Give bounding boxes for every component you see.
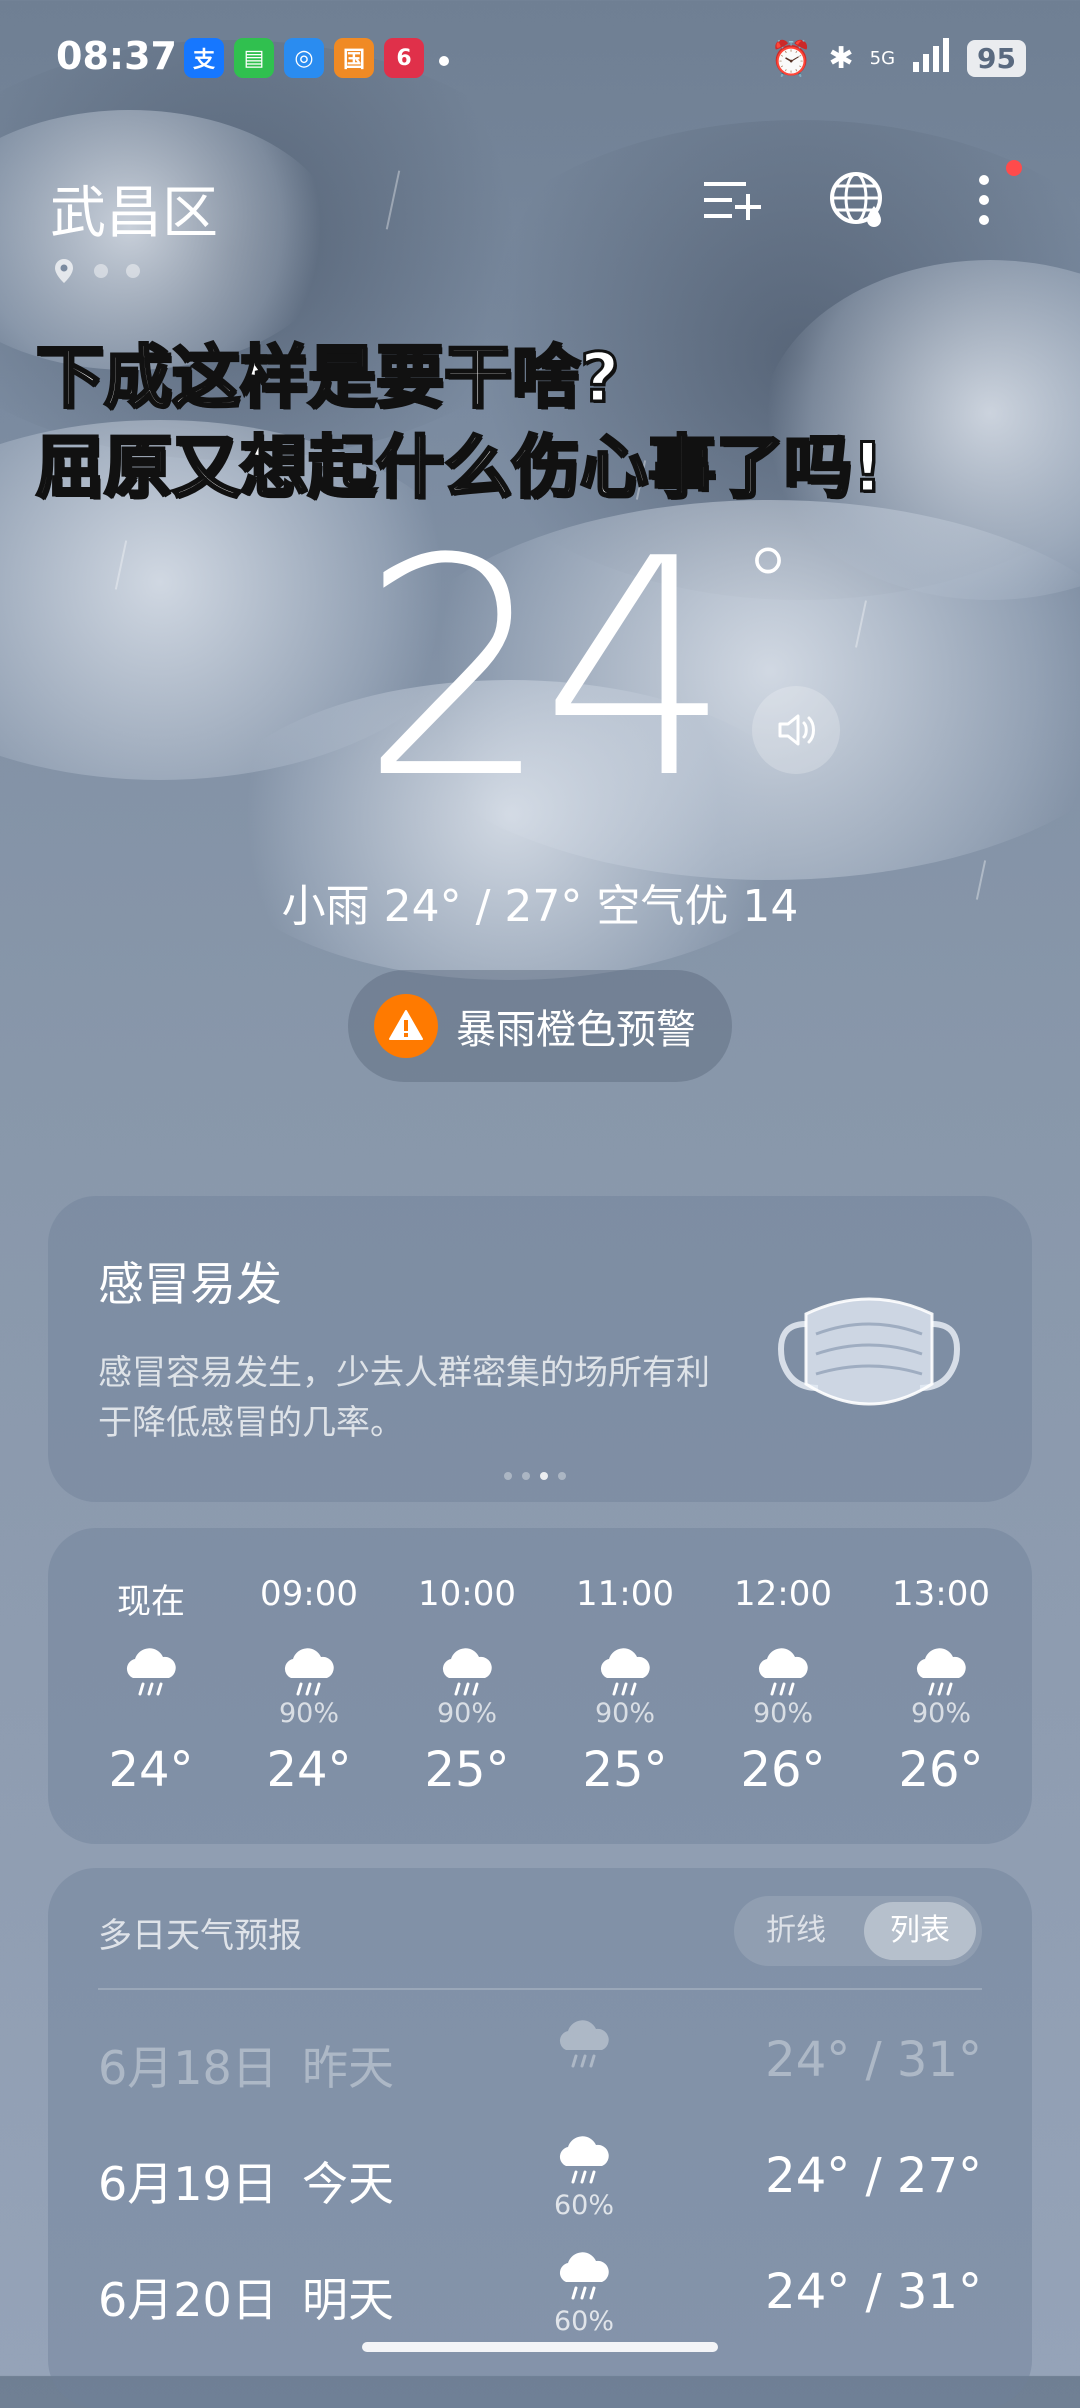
alarm-icon: ⏰: [770, 38, 813, 79]
alert-label: 暴雨橙色预警: [456, 1007, 696, 1053]
precip-chance: 90%: [752, 1698, 813, 1729]
more-notifications-dot: [439, 56, 449, 66]
shopping-app-icon: 6: [384, 38, 424, 78]
alipay-icon: 支: [184, 38, 224, 78]
hour-temperature: 26°: [898, 1742, 984, 1798]
pager-dot: [504, 1472, 512, 1480]
hour-temperature: 25°: [424, 1742, 510, 1798]
current-temperature: 24: [360, 495, 732, 844]
hourly-item: 12:00 90% 26°: [708, 1574, 858, 1798]
home-indicator[interactable]: [362, 2342, 718, 2352]
day-precip: 60%: [553, 2306, 614, 2337]
tip-text: 感冒容易发生，少去人群密集的场所有利于降低感冒的几率。: [98, 1353, 710, 1443]
location-page-indicator: [52, 258, 140, 284]
meme-caption: 下成这样是要干啥? 屈原又想起什么伤心事了吗!: [34, 334, 884, 514]
status-bar: 08:37 支 ▤ ◎ 国 6 ⏰ ✱ 5G 95: [0, 0, 1080, 120]
pager-dot: [558, 1472, 566, 1480]
face-mask-icon: [778, 1297, 960, 1406]
day-date: 6月20日: [98, 2273, 278, 2327]
network-label: 5G: [869, 48, 896, 69]
rain-icon: [559, 2252, 609, 2300]
app-icon: ◎: [284, 38, 324, 78]
daily-forecast-card[interactable]: 多日天气预报 折线 列表 6月18日 昨天 24° / 31° 6月19日 今天 60% 2…: [48, 1868, 1032, 2408]
weather-alert-button[interactable]: 暴雨橙色预警: [348, 970, 732, 1082]
health-tip-card[interactable]: 感冒易发 感冒容易发生，少去人群密集的场所有利于降低感冒的几率。: [48, 1196, 1032, 1502]
hour-time: 10:00: [418, 1574, 516, 1614]
view-toggle: 折线 列表: [734, 1896, 982, 1966]
daily-row[interactable]: 6月20日 明天 60% 24° / 31°: [98, 2250, 982, 2350]
tip-pager: [504, 1472, 566, 1480]
hour-time: 12:00: [734, 1574, 832, 1614]
light-rain-icon: [758, 1648, 808, 1696]
day-precip: 60%: [553, 2190, 614, 2221]
day-label: 今天: [302, 2157, 394, 2211]
hour-temperature: 25°: [582, 1742, 668, 1798]
location-pin-icon: [55, 259, 73, 283]
hourly-item: 现在 24°: [76, 1574, 226, 1798]
divider: [98, 1988, 982, 1990]
voice-broadcast-button[interactable]: [752, 686, 840, 774]
precip-chance: [76, 1698, 226, 1738]
day-temp-range: 24° / 31°: [765, 2032, 982, 2088]
day-label: 昨天: [302, 2041, 394, 2095]
day-temp-range: 24° / 31°: [765, 2264, 982, 2320]
hour-time: 现在: [117, 1582, 185, 1622]
signal-icon: [911, 36, 951, 81]
light-rain-icon: [916, 1648, 966, 1696]
day-date: 6月19日: [98, 2157, 278, 2211]
battery-level: 95: [967, 40, 1026, 77]
weather-summary: 小雨 24° / 27° 空气优 14: [281, 881, 799, 932]
rain-icon: [559, 2020, 609, 2068]
notification-red-dot: [1006, 160, 1022, 176]
warning-icon: [374, 994, 438, 1058]
rain-icon: [559, 2136, 609, 2184]
precip-chance: 90%: [278, 1698, 339, 1729]
light-rain-icon: [284, 1648, 334, 1696]
global-weather-icon[interactable]: [826, 168, 890, 232]
precip-chance: 90%: [910, 1698, 971, 1729]
hour-temperature: 26°: [740, 1742, 826, 1798]
page-dot: [94, 264, 108, 278]
precip-chance: 90%: [594, 1698, 655, 1729]
status-time: 08:37: [56, 34, 177, 78]
bluetooth-icon: ✱: [828, 41, 854, 76]
day-temp-range: 24° / 27°: [765, 2148, 982, 2204]
hour-time: 09:00: [260, 1574, 358, 1614]
toggle-list-view[interactable]: 列表: [864, 1902, 976, 1960]
daily-row[interactable]: 6月19日 今天 60% 24° / 27°: [98, 2134, 982, 2234]
light-rain-icon: [600, 1648, 650, 1696]
hour-time: 13:00: [892, 1574, 990, 1614]
hour-temperature: 24°: [108, 1742, 194, 1798]
light-rain-icon: [442, 1648, 492, 1696]
day-date: 6月18日: [98, 2041, 278, 2095]
pager-dot: [540, 1472, 548, 1480]
system-icons: ⏰ ✱ 5G 95: [770, 36, 1026, 81]
hourly-list: 现在 24° 09:00 90% 24° 10:00 90% 25° 11:00 90% 25° 12…: [76, 1574, 1016, 1798]
more-options-icon[interactable]: [952, 168, 1016, 232]
tip-title: 感冒易发: [98, 1257, 282, 1311]
day-label: 明天: [302, 2273, 394, 2327]
daily-forecast-title: 多日天气预报: [98, 1916, 302, 1956]
city-name[interactable]: 武昌区: [50, 168, 218, 249]
manage-cities-icon[interactable]: [700, 168, 764, 232]
pager-dot: [522, 1472, 530, 1480]
messages-icon: ▤: [234, 38, 274, 78]
hour-temperature: 24°: [266, 1742, 352, 1798]
caption-line-1: 下成这样是要干啥?: [34, 338, 620, 420]
hourly-forecast-card[interactable]: 现在 24° 09:00 90% 24° 10:00 90% 25° 11:00 90% 25° 12…: [48, 1528, 1032, 1844]
precip-chance: 90%: [436, 1698, 497, 1729]
page-dot: [126, 264, 140, 278]
daily-row[interactable]: 6月18日 昨天 24° / 31°: [98, 2018, 982, 2118]
hourly-item: 13:00 90% 26°: [866, 1574, 1016, 1798]
toggle-line-view[interactable]: 折线: [740, 1902, 852, 1960]
national-app-icon: 国: [334, 38, 374, 78]
hour-time: 11:00: [576, 1574, 674, 1614]
hourly-item: 11:00 90% 25°: [550, 1574, 700, 1798]
hourly-item: 10:00 90% 25°: [392, 1574, 542, 1798]
light-rain-icon: [126, 1648, 176, 1696]
notification-app-icons: 支 ▤ ◎ 国 6: [184, 38, 424, 78]
degree-symbol: °: [744, 528, 792, 640]
hourly-item: 09:00 90% 24°: [234, 1574, 384, 1798]
speaker-icon: [778, 714, 815, 746]
